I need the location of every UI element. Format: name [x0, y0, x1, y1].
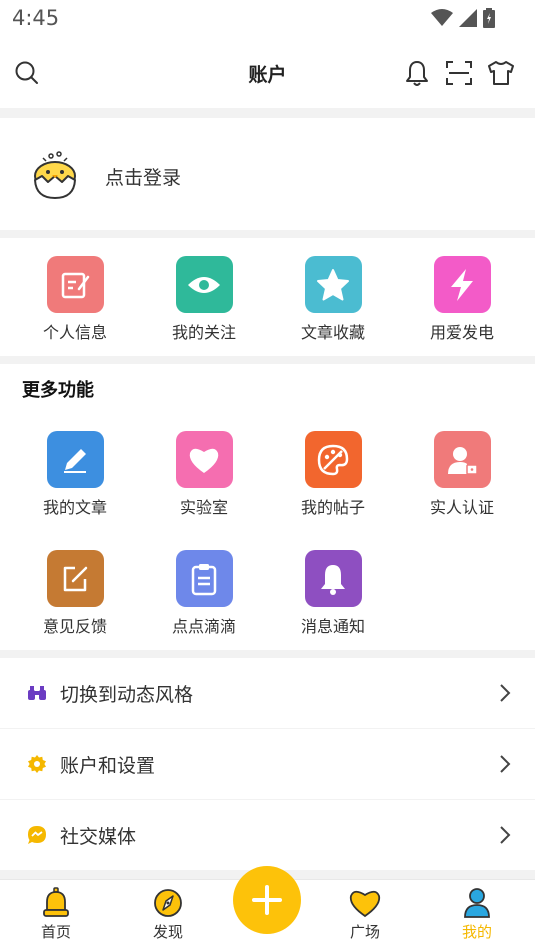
quick-action-following[interactable]: 我的关注	[139, 256, 269, 343]
feature-my-posts[interactable]: 我的帖子	[268, 431, 398, 518]
tab-label: 我的	[461, 923, 492, 941]
quick-action-label: 用爱发电	[429, 323, 494, 342]
tab-label: 发现	[152, 923, 183, 941]
tab-home[interactable]: 首页	[16, 880, 96, 951]
chat-bubble-icon	[27, 825, 47, 845]
settings-row-switch-style[interactable]: 切换到动态风格	[0, 658, 535, 728]
clipboard-icon	[175, 550, 233, 607]
eye-icon	[175, 256, 233, 313]
login-card[interactable]: 点击登录	[0, 118, 535, 230]
quick-action-profile[interactable]: 个人信息	[10, 256, 140, 343]
heart-tab-icon	[348, 886, 382, 920]
chevron-right-icon	[500, 755, 511, 773]
row-label: 账户和设置	[60, 755, 156, 777]
row-label: 社交媒体	[60, 826, 137, 848]
user-lock-icon	[433, 431, 491, 488]
feature-feedback[interactable]: 意见反馈	[10, 550, 140, 637]
star-icon	[304, 256, 362, 313]
row-label: 切换到动态风格	[60, 684, 194, 706]
bell-tab-icon	[39, 886, 73, 920]
status-icons	[431, 8, 495, 28]
quick-action-sponsor[interactable]: 用爱发电	[397, 256, 527, 343]
quick-action-label: 我的关注	[171, 323, 236, 342]
status-time: 4:45	[12, 6, 60, 30]
account-screen: 4:45 账户 点击登录 个人信息 我的关注 文章收藏 用爱发电 更多功能 我的…	[0, 0, 535, 951]
feedback-icon	[46, 550, 104, 607]
quick-action-label: 个人信息	[42, 323, 107, 342]
wifi-icon	[431, 9, 453, 26]
chevron-right-icon	[500, 684, 511, 702]
quick-action-favorites[interactable]: 文章收藏	[268, 256, 398, 343]
settings-row-account[interactable]: 账户和设置	[0, 729, 535, 799]
login-label[interactable]: 点击登录	[105, 163, 181, 190]
feature-verification[interactable]: 实人认证	[397, 431, 527, 518]
bell-icon	[304, 550, 362, 607]
app-header: 账户	[0, 38, 535, 108]
palette-icon	[304, 431, 362, 488]
tab-square[interactable]: 广场	[325, 880, 405, 951]
notification-bell-icon[interactable]	[402, 58, 432, 88]
binoculars-icon	[27, 683, 47, 703]
compass-icon	[151, 886, 185, 920]
tab-discover[interactable]: 发现	[128, 880, 208, 951]
gear-icon	[27, 754, 47, 774]
feature-lab[interactable]: 实验室	[139, 431, 269, 518]
section-title: 更多功能	[22, 380, 94, 401]
edit-note-icon	[46, 256, 104, 313]
heart-icon	[175, 431, 233, 488]
tab-label: 首页	[40, 923, 71, 941]
lightning-icon	[433, 256, 491, 313]
feature-label: 意见反馈	[42, 617, 107, 636]
settings-row-social[interactable]: 社交媒体	[0, 800, 535, 870]
tshirt-icon[interactable]	[486, 58, 516, 88]
pencil-icon	[46, 431, 104, 488]
feature-label: 点点滴滴	[171, 617, 236, 636]
signal-icon	[459, 9, 477, 27]
scan-icon[interactable]	[444, 58, 474, 88]
feature-label: 消息通知	[300, 617, 365, 636]
battery-icon	[483, 8, 495, 28]
feature-label: 我的文章	[42, 498, 107, 517]
plus-icon	[252, 885, 282, 915]
add-button[interactable]	[233, 866, 301, 934]
quick-action-label: 文章收藏	[300, 323, 365, 342]
tab-mine[interactable]: 我的	[437, 880, 517, 951]
feature-notifications[interactable]: 消息通知	[268, 550, 398, 637]
person-icon	[460, 886, 494, 920]
feature-moments[interactable]: 点点滴滴	[139, 550, 269, 637]
feature-my-articles[interactable]: 我的文章	[10, 431, 140, 518]
chevron-right-icon	[500, 826, 511, 844]
status-bar: 4:45	[0, 0, 535, 38]
chick-avatar-icon	[30, 150, 80, 200]
more-features-section: 更多功能 我的文章 实验室 我的帖子 实人认证 意见反馈 点点滴滴 消息通知	[0, 364, 535, 650]
tab-label: 广场	[349, 923, 380, 941]
quick-actions-section: 个人信息 我的关注 文章收藏 用爱发电	[0, 238, 535, 356]
feature-label: 实人认证	[429, 498, 494, 517]
feature-label: 实验室	[179, 498, 228, 517]
feature-label: 我的帖子	[300, 498, 365, 517]
